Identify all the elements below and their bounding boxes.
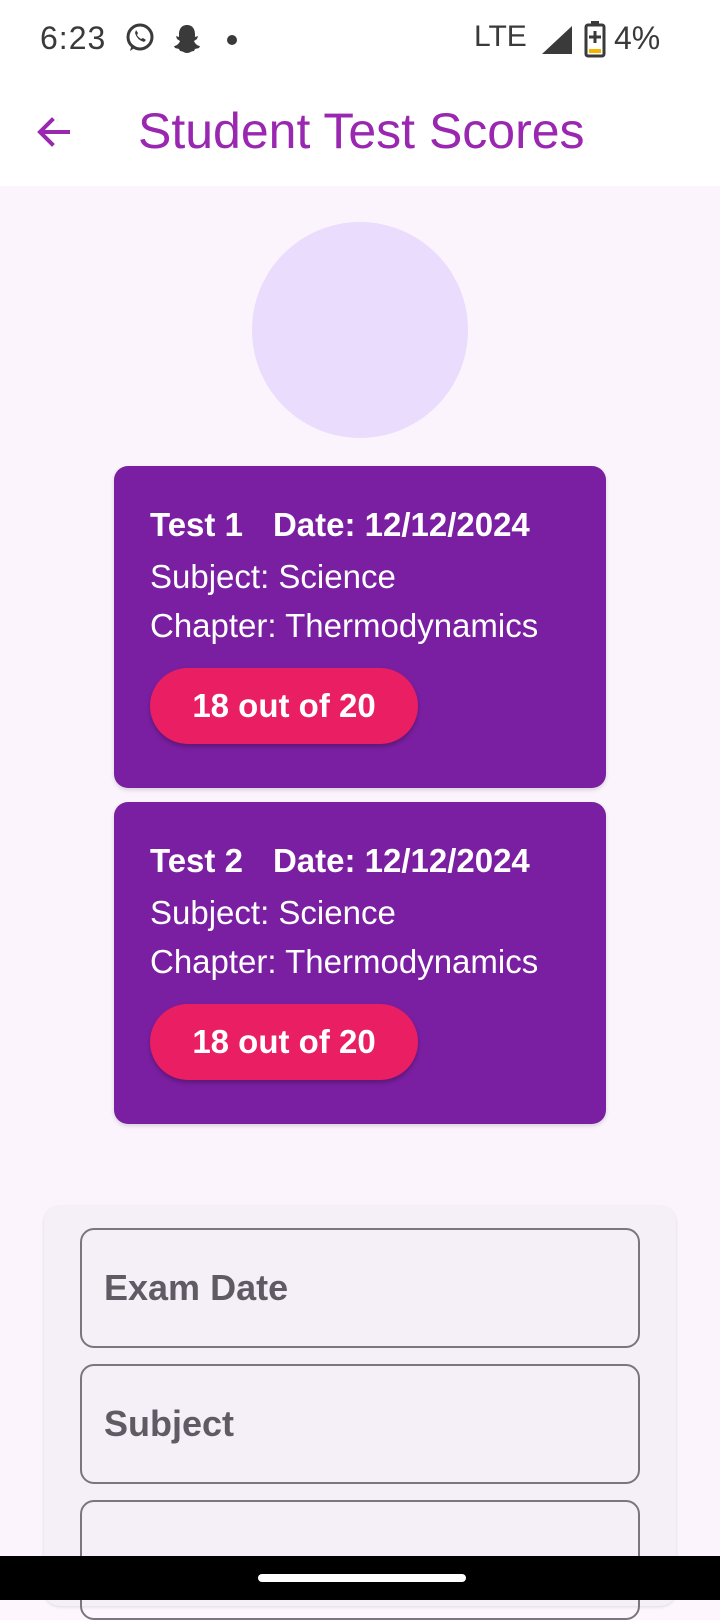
test-card[interactable]: Test 2 Date: 12/12/2024 Subject: Science … (114, 802, 606, 1124)
arrow-back-icon[interactable] (34, 112, 74, 152)
navigation-bar (0, 1556, 720, 1600)
network-type: LTE (474, 20, 527, 53)
test-subject: Subject: Science (150, 894, 396, 931)
battery-percent: 4% (614, 20, 661, 56)
test-subject: Subject: Science (150, 558, 396, 595)
test-date: Date: 12/12/2024 (272, 842, 530, 879)
test-heading: Test 1 Date: 12/12/2024 (150, 506, 530, 544)
score-button[interactable]: 18 out of 20 (150, 668, 418, 744)
avatar (252, 222, 468, 438)
battery-icon (584, 21, 606, 58)
exam-date-input[interactable] (82, 1230, 638, 1346)
home-handle[interactable] (258, 1574, 466, 1582)
status-bar: 6:23 LTE 4% (0, 0, 720, 80)
subject-field[interactable] (80, 1364, 640, 1484)
dot-icon (227, 35, 237, 45)
test-chapter: Chapter: Thermodynamics (150, 607, 539, 644)
page-title: Student Test Scores (138, 103, 585, 159)
snapchat-icon (174, 25, 200, 53)
test-number: Test 2 (150, 842, 243, 879)
test-date: Date: 12/12/2024 (272, 506, 530, 543)
subject-input[interactable] (82, 1366, 638, 1482)
app-bar: Student Test Scores (0, 80, 720, 186)
status-time: 6:23 (40, 20, 107, 56)
test-card[interactable]: Test 1 Date: 12/12/2024 Subject: Science … (114, 466, 606, 788)
main-content: Test 1 Date: 12/12/2024 Subject: Science … (0, 186, 720, 1620)
test-chapter: Chapter: Thermodynamics (150, 943, 539, 980)
test-number: Test 1 (150, 506, 243, 543)
exam-date-field[interactable] (80, 1228, 640, 1348)
signal-icon (542, 26, 572, 54)
score-button[interactable]: 18 out of 20 (150, 1004, 418, 1080)
test-heading: Test 2 Date: 12/12/2024 (150, 842, 530, 880)
add-score-form (44, 1206, 676, 1620)
whatsapp-icon (126, 23, 154, 51)
